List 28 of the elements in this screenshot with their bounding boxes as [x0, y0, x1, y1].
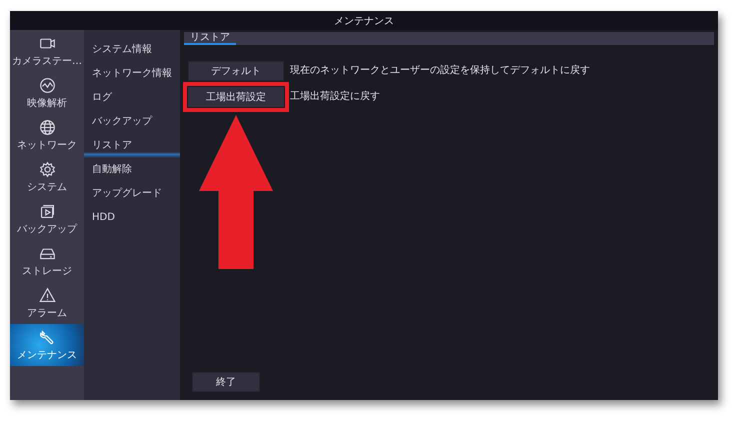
gear-icon	[38, 160, 56, 178]
sidebar-item[interactable]: カメラステー…	[10, 30, 84, 72]
action-button[interactable]: デフォルト	[188, 61, 284, 81]
submenu-item[interactable]: 自動解除	[84, 158, 180, 182]
action-description: 現在のネットワークとユーザーの設定を保持してデフォルトに戻す	[290, 64, 590, 77]
window-title: メンテナンス	[334, 14, 394, 28]
play-window-icon	[38, 202, 56, 220]
sidebar-item[interactable]: 映像解析	[10, 72, 84, 114]
sidebar-item[interactable]: ネットワーク	[10, 114, 84, 156]
tab[interactable]: リストア	[184, 32, 236, 45]
sidebar-item[interactable]: バックアップ	[10, 198, 84, 240]
submenu-item[interactable]: システム情報	[84, 38, 180, 62]
submenu-item[interactable]: ネットワーク情報	[84, 62, 180, 86]
submenu-item[interactable]: アップグレード	[84, 182, 180, 206]
action-button[interactable]: 工場出荷設定	[183, 82, 289, 112]
sidebar-item[interactable]: メンテナンス	[10, 324, 84, 366]
submenu-item[interactable]: バックアップ	[84, 110, 180, 134]
action-description: 工場出荷設定に戻す	[290, 90, 380, 103]
globe-icon	[38, 118, 56, 136]
sidebar-item[interactable]: アラーム	[10, 282, 84, 324]
wrench-icon	[38, 328, 56, 346]
exit-button[interactable]: 終了	[192, 372, 260, 392]
sidebar-item[interactable]: ストレージ	[10, 240, 84, 282]
submenu-item[interactable]: ログ	[84, 86, 180, 110]
submenu-item[interactable]: HDD	[84, 206, 180, 230]
chart-circle-icon	[38, 76, 56, 94]
sidebar-item[interactable]: システム	[10, 156, 84, 198]
warning-icon	[38, 286, 56, 304]
